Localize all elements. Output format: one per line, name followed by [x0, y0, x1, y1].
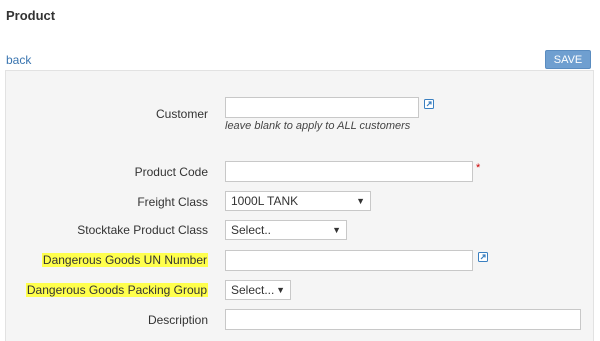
page-title: Product	[6, 8, 56, 23]
freight-class-label: Freight Class	[137, 195, 208, 209]
chevron-down-icon: ▼	[356, 196, 365, 206]
dg-packing-group-value: Select...	[231, 283, 275, 297]
customer-input[interactable]	[225, 97, 419, 118]
external-link-icon[interactable]	[424, 99, 434, 109]
dg-packing-group-select[interactable]: Select... ▼	[225, 280, 291, 300]
save-button[interactable]: SAVE	[545, 50, 591, 69]
freight-class-select[interactable]: 1000L TANK ▼	[225, 191, 371, 211]
freight-class-value: 1000L TANK	[231, 194, 299, 208]
customer-label: Customer	[155, 107, 208, 121]
description-label: Description	[147, 313, 208, 327]
stocktake-class-value: Select..	[231, 223, 272, 237]
customer-hint: leave blank to apply to ALL customers	[225, 120, 411, 132]
dg-un-number-label: Dangerous Goods UN Number	[41, 253, 208, 267]
required-mark: *	[476, 162, 481, 174]
stocktake-class-label: Stocktake Product Class	[77, 223, 208, 237]
back-link[interactable]: back	[6, 53, 31, 67]
chevron-down-icon: ▼	[276, 285, 285, 295]
product-code-input[interactable]	[225, 161, 473, 182]
chevron-down-icon: ▼	[332, 225, 341, 235]
product-code-label: Product Code	[134, 165, 208, 179]
dg-un-number-input[interactable]	[225, 250, 473, 271]
external-link-icon[interactable]	[478, 252, 488, 262]
stocktake-class-select[interactable]: Select.. ▼	[225, 220, 347, 240]
description-input[interactable]	[225, 309, 581, 330]
dg-packing-group-label: Dangerous Goods Packing Group	[25, 283, 208, 297]
